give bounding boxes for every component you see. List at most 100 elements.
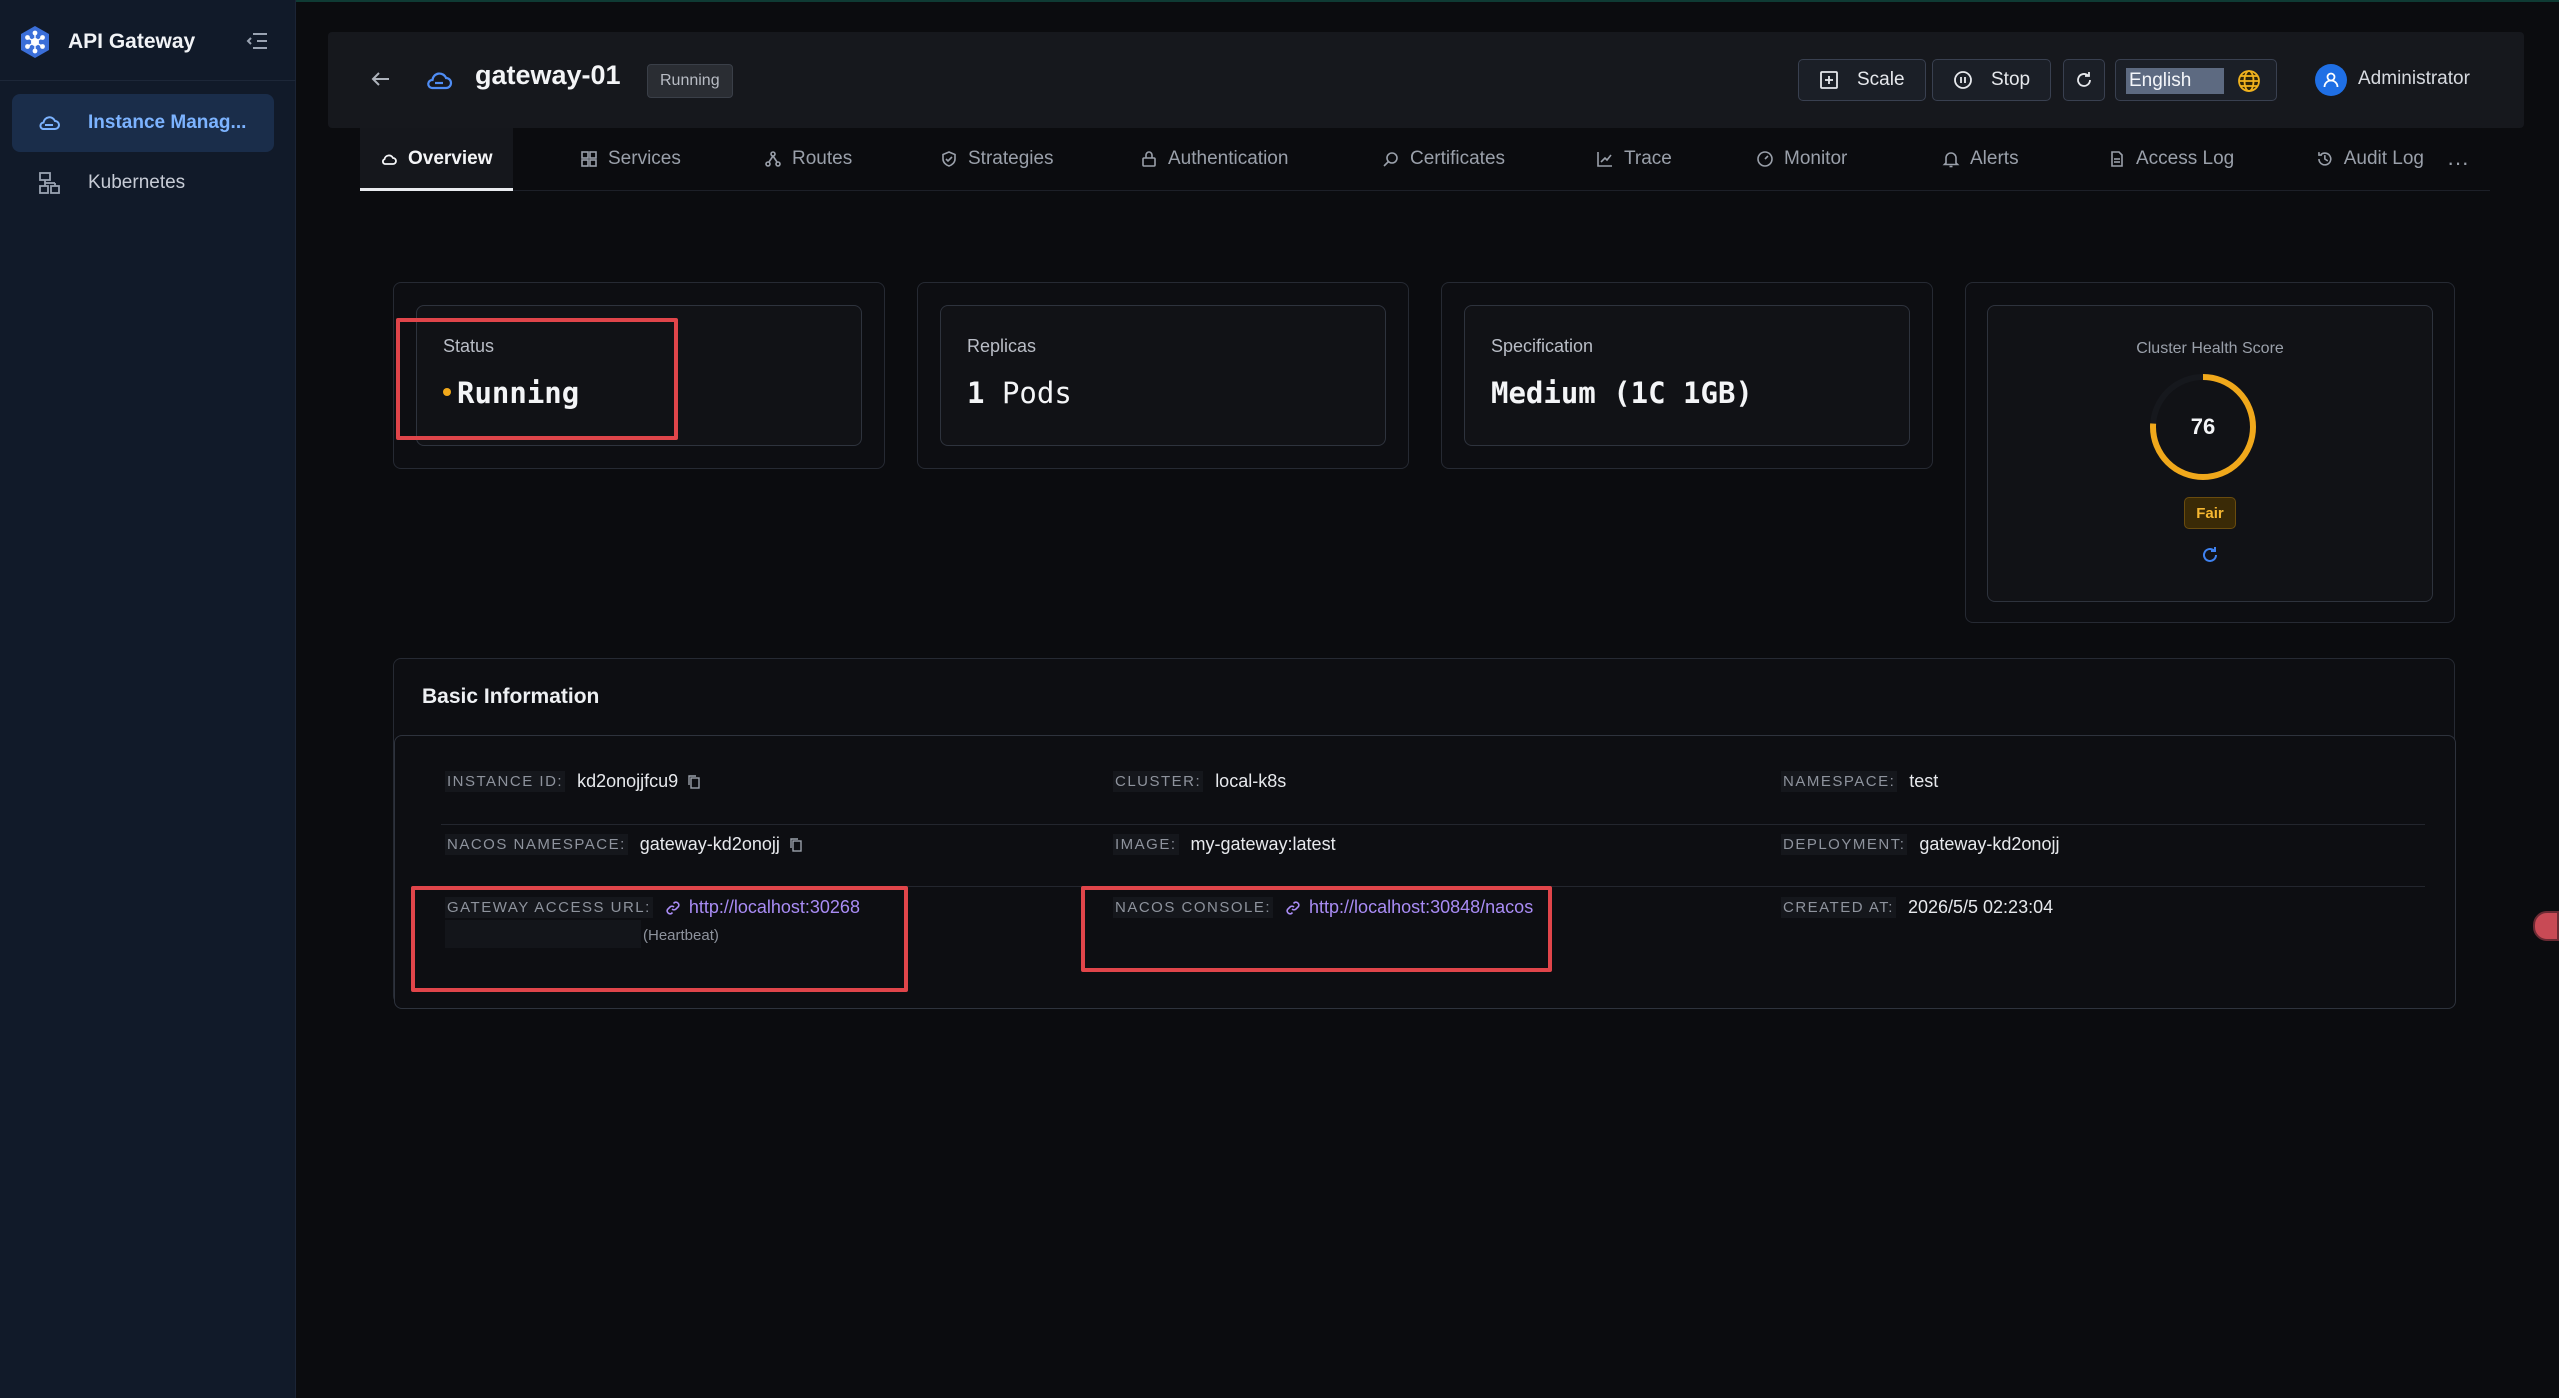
language-value: English	[2126, 68, 2224, 94]
tab-label: Monitor	[1784, 148, 1848, 169]
sidebar-item-kubernetes[interactable]: Kubernetes	[12, 154, 274, 212]
copy-icon[interactable]	[788, 837, 804, 853]
tab-routes[interactable]: Routes	[764, 128, 852, 190]
tab-label: Certificates	[1410, 148, 1506, 169]
gateway-logo-icon	[21, 26, 49, 58]
user-name[interactable]: Administrator	[2358, 68, 2470, 90]
replicas-inner: Replicas 1 Pods	[940, 305, 1386, 446]
field-image: IMAGE: my-gateway:latest	[1113, 834, 1336, 855]
heartbeat-note: (Heartbeat)	[643, 927, 719, 944]
scale-button[interactable]: Scale	[1798, 59, 1926, 101]
cloud-icon	[39, 116, 60, 130]
refresh-button[interactable]	[2063, 59, 2105, 101]
instance-name: gateway-01	[475, 60, 621, 90]
more-tabs-icon[interactable]: ···	[2447, 150, 2469, 176]
spec-card: Specification Medium (1C 1GB)	[1441, 282, 1933, 469]
globe-icon	[2238, 70, 2260, 92]
cluster-value: local-k8s	[1215, 771, 1287, 791]
field-label: IMAGE:	[1113, 834, 1179, 855]
field-label: NAMESPACE:	[1781, 771, 1898, 792]
file-icon	[2111, 151, 2123, 167]
row-divider	[441, 886, 2425, 887]
field-nacos-namespace: NACOS NAMESPACE: gateway-kd2onojj	[445, 834, 804, 855]
health-title: Cluster Health Score	[2136, 340, 2284, 357]
refresh-icon	[2077, 72, 2091, 87]
avatar[interactable]	[2315, 64, 2347, 96]
user-icon	[2323, 72, 2339, 88]
status-card: Status Running	[393, 282, 885, 469]
sidebar: API Gateway Instance Manag... Kubernetes	[0, 0, 296, 1398]
status-dot	[443, 388, 451, 396]
replicas-card: Replicas 1 Pods	[917, 282, 1409, 469]
field-label: CLUSTER:	[1113, 771, 1204, 792]
tab-label: Authentication	[1168, 148, 1289, 169]
routes-icon	[765, 151, 781, 167]
brand[interactable]: API Gateway	[18, 22, 195, 62]
instance-id-value: kd2onojjfcu9	[577, 771, 679, 791]
deployment-value: gateway-kd2onojj	[1919, 834, 2060, 854]
stop-button[interactable]: Stop	[1932, 59, 2052, 101]
back-arrow-icon[interactable]	[368, 66, 394, 92]
tab-certificates[interactable]: Certificates	[1382, 128, 1505, 190]
tab-label: Alerts	[1970, 148, 2019, 169]
history-icon	[2318, 152, 2332, 166]
field-instance-id: INSTANCE ID: kd2onojjfcu9	[445, 771, 702, 792]
replicas-count: 1	[967, 376, 985, 410]
pause-circle-icon	[1954, 71, 1972, 89]
plus-square-icon	[1820, 71, 1838, 89]
brand-title: API Gateway	[68, 30, 196, 53]
floating-action-button[interactable]	[2533, 911, 2559, 941]
tab-audit-log[interactable]: Audit Log	[2316, 128, 2424, 190]
collapse-menu-icon[interactable]	[244, 28, 270, 54]
link-icon	[1286, 900, 1300, 915]
tab-label: Trace	[1624, 148, 1672, 169]
created-at-value: 2026/5/5 02:23:04	[1907, 897, 2054, 917]
lock-icon	[1142, 151, 1156, 167]
field-gateway-url: GATEWAY ACCESS URL: http://localhost:302…	[445, 897, 860, 918]
tab-alerts[interactable]: Alerts	[1942, 128, 2019, 190]
field-label: CREATED AT:	[1781, 897, 1896, 918]
tab-authentication[interactable]: Authentication	[1140, 128, 1288, 190]
field-label: INSTANCE ID:	[445, 771, 566, 792]
health-rating-badge: Fair	[2184, 497, 2236, 529]
tab-access-log[interactable]: Access Log	[2108, 128, 2234, 190]
bell-icon	[1942, 152, 1960, 168]
tab-trace[interactable]: Trace	[1596, 128, 1672, 190]
sidebar-item-label: Kubernetes	[88, 172, 186, 193]
cloud-icon	[382, 154, 397, 165]
sidebar-divider	[0, 80, 296, 81]
copy-icon[interactable]	[686, 774, 702, 790]
shield-check-icon	[942, 151, 956, 167]
status-badge: Running	[647, 64, 733, 98]
scale-button-label: Scale	[1857, 69, 1905, 90]
tab-services[interactable]: Services	[580, 128, 681, 190]
replicas-label: Replicas	[967, 336, 1037, 356]
tab-label: Routes	[792, 148, 853, 169]
namespace-value: test	[1909, 771, 1939, 791]
tab-monitor[interactable]: Monitor	[1756, 128, 1847, 190]
cluster-icon	[39, 172, 60, 194]
label-background	[445, 920, 641, 948]
tab-label: Overview	[408, 148, 493, 169]
language-select[interactable]: English	[2115, 59, 2277, 101]
field-label: GATEWAY ACCESS URL:	[445, 897, 653, 918]
status-text: Running	[457, 376, 580, 410]
spec-inner: Specification Medium (1C 1GB)	[1464, 305, 1910, 446]
field-label: NACOS CONSOLE:	[1113, 897, 1274, 918]
cloud-icon	[427, 72, 453, 90]
tab-label: Audit Log	[2343, 148, 2424, 169]
gateway-url-link[interactable]: http://localhost:30268	[689, 897, 860, 918]
tab-label: Access Log	[2136, 148, 2235, 169]
tab-overview[interactable]: Overview	[360, 128, 513, 191]
nacos-console-link[interactable]: http://localhost:30848/nacos	[1309, 897, 1533, 918]
replicas-value: 1 Pods	[967, 376, 1072, 410]
trend-chart-icon	[1597, 152, 1612, 167]
health-score-value: 76	[2190, 414, 2216, 439]
app-root: API Gateway Instance Manag... Kubernetes	[0, 0, 2559, 1398]
instance-header: gateway-01 Running Scale Stop English Ad…	[328, 32, 2524, 128]
tab-label: Services	[608, 148, 681, 169]
loading-spinner-icon[interactable]	[2200, 545, 2220, 565]
tab-bar: Overview Services Routes Strategies Auth…	[360, 128, 2490, 191]
sidebar-item-instance-management[interactable]: Instance Manag...	[12, 94, 274, 152]
tab-strategies[interactable]: Strategies	[940, 128, 1054, 190]
